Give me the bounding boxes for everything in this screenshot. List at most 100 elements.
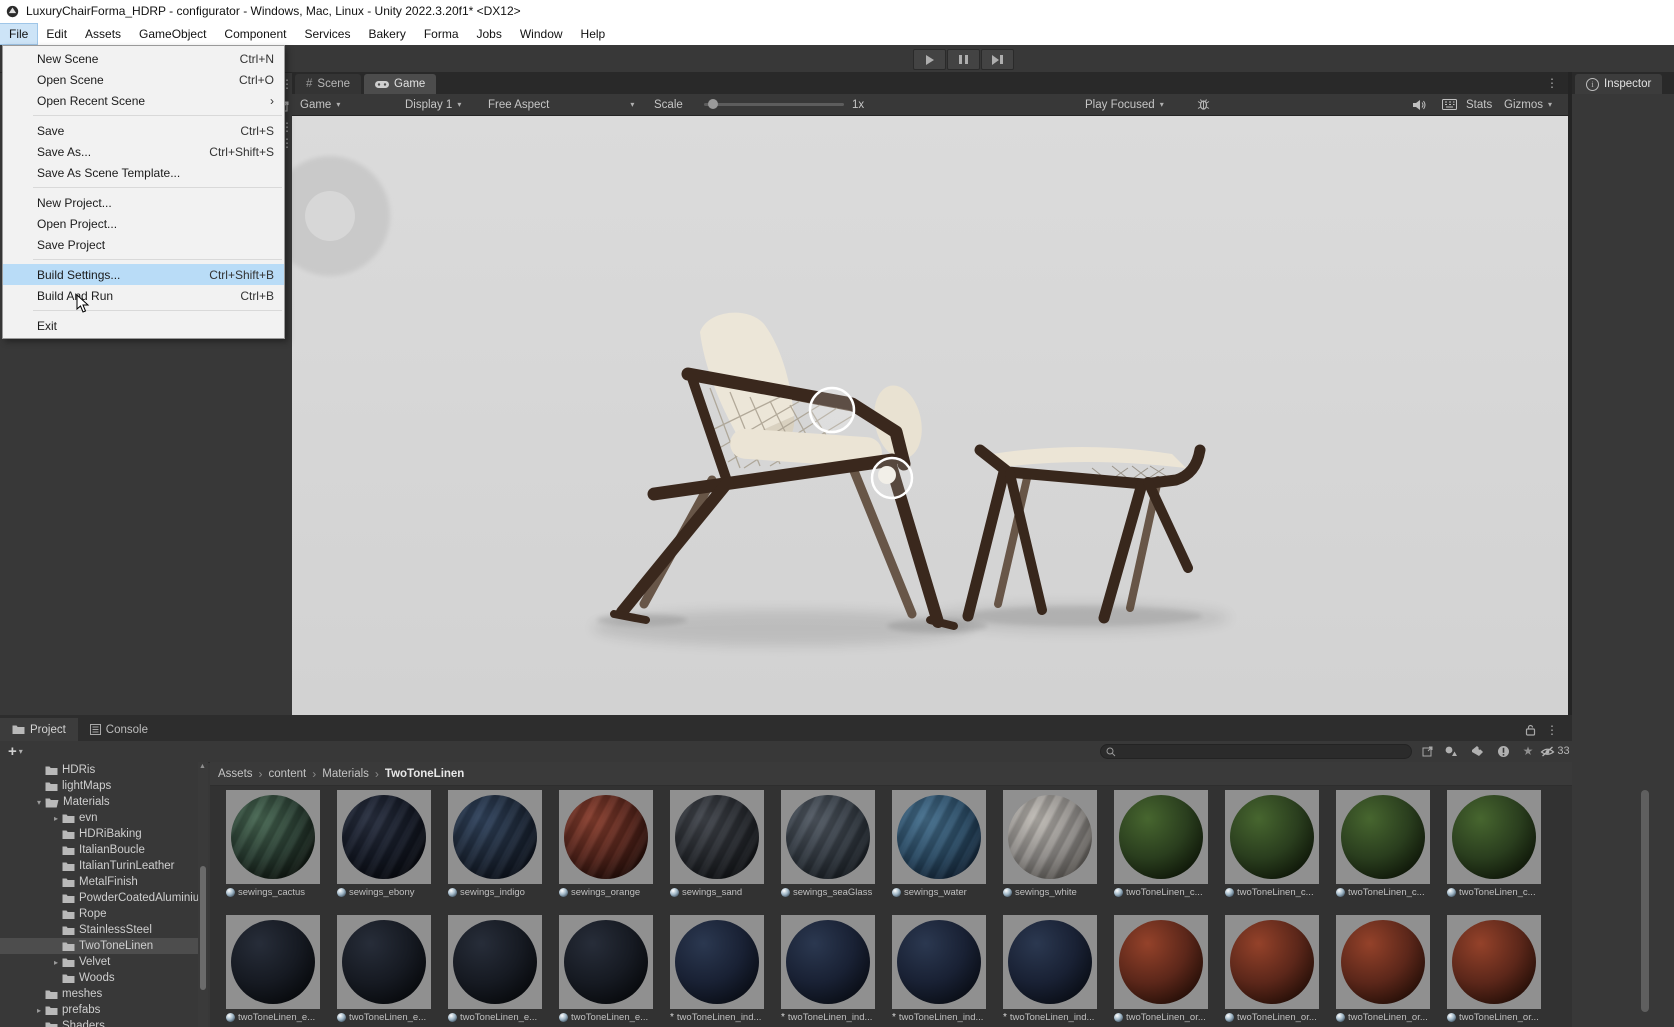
asset-twoToneLinen_c[interactable]: twoToneLinen_c...: [1114, 790, 1208, 898]
tree-scrollbar-thumb[interactable]: [200, 866, 206, 990]
project-search-input[interactable]: [1100, 744, 1412, 759]
tab-scene[interactable]: # Scene: [295, 74, 361, 94]
scroll-up-icon[interactable]: ▲: [199, 763, 206, 770]
stats-button[interactable]: Stats: [1466, 94, 1492, 115]
material-thumbnail[interactable]: [1114, 790, 1208, 884]
material-thumbnail[interactable]: [559, 790, 653, 884]
tree-item-shaders[interactable]: Shaders: [0, 1018, 208, 1027]
menu-file[interactable]: File: [0, 24, 37, 44]
asset-sewings_indigo[interactable]: sewings_indigo: [448, 790, 542, 898]
lock-icon[interactable]: [1525, 724, 1536, 736]
create-asset-button[interactable]: + ▾: [8, 743, 23, 760]
pause-button[interactable]: [947, 49, 980, 70]
asset-sewings_orange[interactable]: sewings_orange: [559, 790, 653, 898]
tree-item-italianturinleather[interactable]: ItalianTurinLeather: [0, 858, 208, 874]
menu-window[interactable]: Window: [511, 24, 572, 44]
asset-twoToneLinen_e[interactable]: twoToneLinen_e...: [226, 915, 320, 1023]
tab-project[interactable]: Project: [0, 718, 78, 741]
search-in-window-icon[interactable]: [1420, 742, 1436, 760]
material-thumbnail[interactable]: [781, 790, 875, 884]
play-focused-dropdown[interactable]: Play Focused▾: [1085, 94, 1164, 115]
breadcrumb-twotonelinen[interactable]: TwoToneLinen: [385, 768, 464, 780]
menu-item-save-as[interactable]: Save As...Ctrl+Shift+S: [3, 141, 284, 162]
material-thumbnail[interactable]: [337, 915, 431, 1009]
scale-slider[interactable]: [704, 94, 844, 115]
menu-item-save[interactable]: SaveCtrl+S: [3, 120, 284, 141]
tree-item-metalfinish[interactable]: MetalFinish: [0, 874, 208, 890]
menu-item-open-project[interactable]: Open Project...: [3, 213, 284, 234]
material-thumbnail[interactable]: [448, 790, 542, 884]
material-thumbnail[interactable]: [1336, 915, 1430, 1009]
search-by-label-icon[interactable]: [1466, 742, 1488, 760]
tree-item-powdercoatedaluminium[interactable]: PowderCoatedAluminium: [0, 890, 208, 906]
material-thumbnail[interactable]: [670, 790, 764, 884]
asset-sewings_ebony[interactable]: sewings_ebony: [337, 790, 431, 898]
game-target-dropdown[interactable]: Game▾: [300, 94, 340, 115]
asset-twoToneLinen_ind[interactable]: *twoToneLinen_ind...: [1003, 915, 1097, 1023]
favorites-star-icon[interactable]: ★: [1518, 742, 1538, 760]
menu-item-open-scene[interactable]: Open SceneCtrl+O: [3, 69, 284, 90]
menu-item-save-project[interactable]: Save Project: [3, 234, 284, 255]
asset-twoToneLinen_or[interactable]: twoToneLinen_or...: [1114, 915, 1208, 1023]
breadcrumb-content[interactable]: content: [269, 768, 307, 780]
material-thumbnail[interactable]: [1447, 790, 1541, 884]
menu-bakery[interactable]: Bakery: [359, 24, 414, 44]
tab-game[interactable]: Game: [364, 74, 436, 94]
asset-twoToneLinen_c[interactable]: twoToneLinen_c...: [1447, 790, 1541, 898]
breadcrumb-assets[interactable]: Assets: [218, 768, 253, 780]
asset-sewings_cactus[interactable]: sewings_cactus: [226, 790, 320, 898]
asset-sewings_water[interactable]: sewings_water: [892, 790, 986, 898]
tree-item-hdris[interactable]: HDRis: [0, 762, 208, 778]
tree-item-velvet[interactable]: ▸Velvet: [0, 954, 208, 970]
menu-jobs[interactable]: Jobs: [468, 24, 511, 44]
material-thumbnail[interactable]: [337, 790, 431, 884]
menu-gameobject[interactable]: GameObject: [130, 24, 215, 44]
display-dropdown[interactable]: Display 1▾: [405, 94, 461, 115]
hidden-packages-toggle[interactable]: 33: [1538, 742, 1572, 760]
material-thumbnail[interactable]: [1003, 790, 1097, 884]
breadcrumb-materials[interactable]: Materials: [322, 768, 369, 780]
material-thumbnail[interactable]: [1447, 915, 1541, 1009]
material-thumbnail[interactable]: [1225, 790, 1319, 884]
expand-arrow-icon[interactable]: ▸: [50, 814, 62, 823]
expand-arrow-icon[interactable]: ▸: [50, 958, 62, 967]
menu-edit[interactable]: Edit: [37, 24, 76, 44]
asset-sewings_white[interactable]: sewings_white: [1003, 790, 1097, 898]
tree-item-woods[interactable]: Woods: [0, 970, 208, 986]
material-thumbnail[interactable]: [559, 915, 653, 1009]
material-thumbnail[interactable]: [670, 915, 764, 1009]
tree-item-italianboucle[interactable]: ItalianBoucle: [0, 842, 208, 858]
material-thumbnail[interactable]: [1003, 915, 1097, 1009]
tree-item-prefabs[interactable]: ▸prefabs: [0, 1002, 208, 1018]
material-thumbnail[interactable]: [226, 915, 320, 1009]
project-kebab-icon[interactable]: ⋮: [1546, 723, 1558, 737]
asset-twoToneLinen_or[interactable]: twoToneLinen_or...: [1447, 915, 1541, 1023]
asset-twoToneLinen_e[interactable]: twoToneLinen_e...: [559, 915, 653, 1023]
asset-sewings_seaGlass[interactable]: sewings_seaGlass: [781, 790, 875, 898]
play-button[interactable]: [913, 49, 946, 70]
menu-item-exit[interactable]: Exit: [3, 315, 284, 336]
tree-item-evn[interactable]: ▸evn: [0, 810, 208, 826]
menu-item-build-settings[interactable]: Build Settings...Ctrl+Shift+B: [3, 264, 284, 285]
debug-bug-icon[interactable]: [1197, 94, 1210, 115]
asset-twoToneLinen_or[interactable]: twoToneLinen_or...: [1336, 915, 1430, 1023]
material-thumbnail[interactable]: [1225, 915, 1319, 1009]
step-button[interactable]: [981, 49, 1014, 70]
game-panel-kebab-icon[interactable]: ⋮: [1546, 76, 1558, 94]
tree-item-materials[interactable]: ▾Materials: [0, 794, 208, 810]
asset-twoToneLinen_or[interactable]: twoToneLinen_or...: [1225, 915, 1319, 1023]
menu-component[interactable]: Component: [215, 24, 295, 44]
tree-item-hdribaking[interactable]: HDRiBaking: [0, 826, 208, 842]
tab-console[interactable]: Console: [78, 718, 160, 741]
asset-twoToneLinen_c[interactable]: twoToneLinen_c...: [1336, 790, 1430, 898]
material-thumbnail[interactable]: [448, 915, 542, 1009]
asset-twoToneLinen_ind[interactable]: *twoToneLinen_ind...: [892, 915, 986, 1023]
tab-inspector[interactable]: i Inspector: [1575, 74, 1662, 94]
expand-arrow-icon[interactable]: ▸: [33, 1006, 45, 1015]
material-thumbnail[interactable]: [1336, 790, 1430, 884]
menu-services[interactable]: Services: [295, 24, 359, 44]
tree-scrollbar[interactable]: ▲: [198, 762, 208, 1027]
menu-item-new-project[interactable]: New Project...: [3, 192, 284, 213]
tree-item-twotonelinen[interactable]: TwoToneLinen: [0, 938, 208, 954]
menu-item-open-recent-scene[interactable]: Open Recent Scene›: [3, 90, 284, 111]
